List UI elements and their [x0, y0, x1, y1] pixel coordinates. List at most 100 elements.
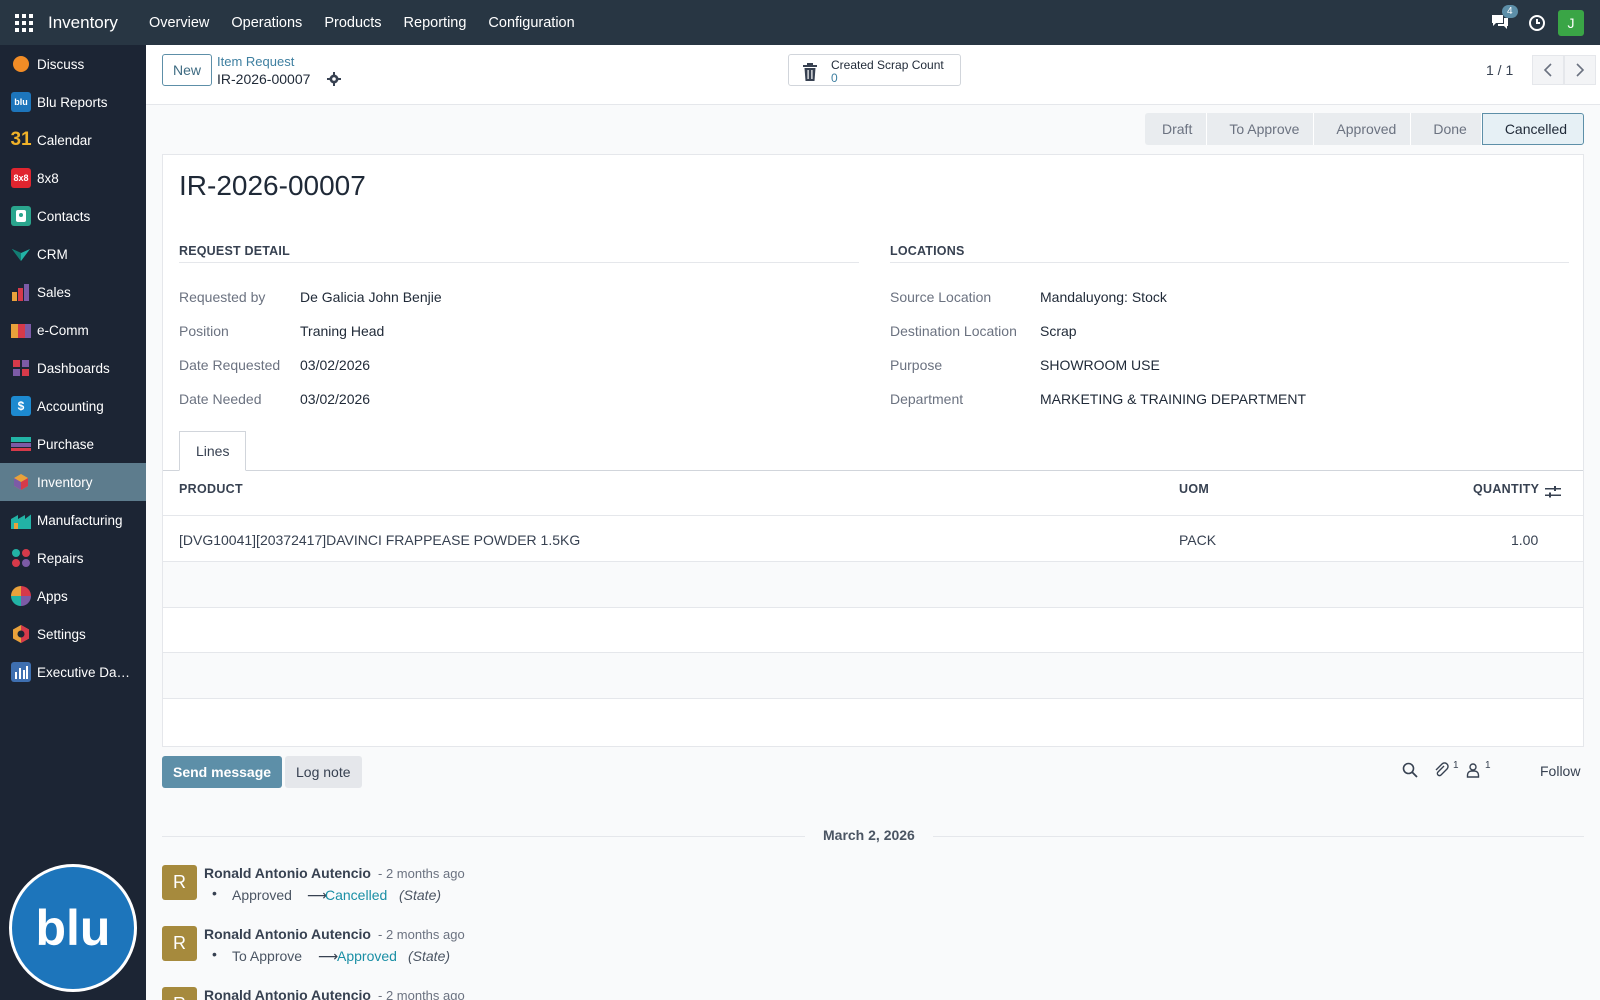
- stage-done[interactable]: Done: [1411, 113, 1482, 145]
- position-label: Position: [179, 323, 229, 339]
- stage-cancelled[interactable]: Cancelled: [1481, 113, 1585, 145]
- new-button[interactable]: New: [162, 54, 213, 86]
- sidebar-item-dashboards[interactable]: Dashboards: [0, 349, 146, 387]
- requested-by-label: Requested by: [179, 289, 266, 305]
- menu-configuration[interactable]: Configuration: [477, 15, 585, 31]
- pager-value[interactable]: 1 / 1: [1486, 62, 1513, 78]
- stage-approved[interactable]: Approved: [1314, 113, 1412, 145]
- line-quantity-cell[interactable]: 1.00: [1511, 532, 1538, 548]
- tab-lines[interactable]: Lines: [179, 431, 247, 471]
- sidebar-item-8x8[interactable]: 8x8 8x8: [0, 159, 146, 197]
- tracking-old-value: To Approve: [232, 948, 303, 964]
- stage-draft[interactable]: Draft: [1145, 113, 1208, 145]
- top-navbar: Inventory Overview Operations Products R…: [0, 0, 1600, 45]
- sidebar-item-purchase[interactable]: Purchase: [0, 425, 146, 463]
- menu-overview[interactable]: Overview: [138, 15, 220, 31]
- executive-dashboard-icon: [11, 662, 31, 682]
- menu-products[interactable]: Products: [313, 15, 392, 31]
- sidebar-item-apps[interactable]: Apps: [0, 577, 146, 615]
- column-header-quantity[interactable]: QUANTITY: [1473, 482, 1539, 496]
- avatar[interactable]: R: [162, 926, 197, 961]
- source-location-label: Source Location: [890, 289, 992, 305]
- sidebar-item-manufacturing[interactable]: Manufacturing: [0, 501, 146, 539]
- followers-icon[interactable]: [1465, 762, 1483, 780]
- message-date: - 2 months ago: [378, 927, 465, 942]
- pager-next-button[interactable]: [1564, 55, 1596, 85]
- accounting-icon: $: [11, 396, 31, 416]
- purpose-field[interactable]: SHOWROOM USE: [1040, 357, 1160, 373]
- optional-columns-icon[interactable]: [1545, 485, 1561, 499]
- sidebar-item-settings[interactable]: Settings: [0, 615, 146, 653]
- message-author[interactable]: Ronald Antonio Autencio: [204, 865, 371, 881]
- column-header-uom[interactable]: UOM: [1179, 482, 1209, 496]
- apps-icon: [11, 586, 31, 606]
- date-needed-field[interactable]: 03/02/2026: [300, 391, 370, 407]
- form-sheet: IR-2026-00007 REQUEST DETAIL Requested b…: [162, 154, 1584, 747]
- user-avatar[interactable]: J: [1558, 9, 1584, 36]
- position-field[interactable]: Traning Head: [300, 323, 384, 339]
- send-message-button[interactable]: Send message: [162, 756, 283, 788]
- menu-reporting[interactable]: Reporting: [393, 15, 478, 31]
- sidebar-item-executive-dashboard[interactable]: Executive Das...: [0, 653, 146, 691]
- purpose-label: Purpose: [890, 357, 943, 373]
- sidebar-item-blu-reports[interactable]: blu Blu Reports: [0, 83, 146, 121]
- message-author[interactable]: Ronald Antonio Autencio: [204, 987, 371, 1000]
- messaging-count-badge: 4: [1502, 4, 1518, 18]
- control-panel: New Item Request IR-2026-00007 Created S…: [146, 45, 1600, 105]
- sidebar-item-accounting[interactable]: $ Accounting: [0, 387, 146, 425]
- inventory-icon: [11, 472, 31, 492]
- sidebar-item-repairs[interactable]: Repairs: [0, 539, 146, 577]
- request-detail-heading: REQUEST DETAIL: [179, 244, 859, 263]
- attachments-count: 1: [1453, 760, 1459, 771]
- line-product-cell[interactable]: [DVG10041][20372417]DAVINCI FRAPPEASE PO…: [179, 532, 580, 548]
- stage-to-approve[interactable]: To Approve: [1207, 113, 1315, 145]
- sidebar-item-calendar[interactable]: 31 Calendar: [0, 121, 146, 159]
- app-menu-grid-icon[interactable]: [15, 13, 33, 32]
- app-brand[interactable]: Inventory: [48, 13, 118, 33]
- follow-button[interactable]: Follow: [1540, 763, 1580, 779]
- message-author[interactable]: Ronald Antonio Autencio: [204, 926, 371, 942]
- chevron-right-icon: [1576, 63, 1585, 77]
- destination-location-field[interactable]: Scrap: [1040, 323, 1077, 339]
- sidebar-item-sales[interactable]: Sales: [0, 273, 146, 311]
- followers-count: 1: [1485, 760, 1491, 771]
- sidebar-item-inventory[interactable]: Inventory: [0, 463, 146, 501]
- menu-operations[interactable]: Operations: [220, 15, 313, 31]
- smart-button-label: Created Scrap Count: [831, 58, 944, 72]
- avatar[interactable]: R: [162, 865, 197, 900]
- avatar[interactable]: R: [162, 987, 197, 1000]
- created-scrap-count-button[interactable]: Created Scrap Count 0: [788, 54, 961, 86]
- messaging-icon[interactable]: 4: [1490, 4, 1518, 33]
- breadcrumb-parent[interactable]: Item Request: [217, 54, 294, 69]
- line-uom-cell[interactable]: PACK: [1179, 532, 1216, 548]
- dashboards-icon: [11, 358, 31, 378]
- log-note-button[interactable]: Log note: [285, 756, 362, 788]
- sidebar-item-crm[interactable]: CRM: [0, 235, 146, 273]
- column-header-product[interactable]: PRODUCT: [179, 482, 243, 496]
- sidebar-item-discuss[interactable]: Discuss: [0, 45, 146, 83]
- source-location-field[interactable]: Mandaluyong: Stock: [1040, 289, 1167, 305]
- tracking-new-value: Approved: [337, 948, 397, 964]
- sidebar-item-ecomm[interactable]: e-Comm: [0, 311, 146, 349]
- tracking-field: (State): [408, 948, 451, 964]
- tab-divider: [163, 470, 1583, 471]
- 8x8-icon: 8x8: [11, 168, 31, 188]
- status-bar: Draft To Approve Approved Done Cancelled: [1145, 113, 1585, 145]
- date-requested-field[interactable]: 03/02/2026: [300, 357, 370, 373]
- requested-by-field[interactable]: De Galicia John Benjie: [300, 289, 442, 305]
- tracking-old-value: Approved: [232, 887, 292, 903]
- gear-icon[interactable]: [327, 72, 341, 86]
- empty-row: [163, 653, 1583, 698]
- search-icon[interactable]: [1402, 762, 1420, 780]
- bullet: •: [212, 885, 217, 901]
- sidebar-item-contacts[interactable]: Contacts: [0, 197, 146, 235]
- pager-previous-button[interactable]: [1532, 55, 1564, 85]
- message-date: - 2 months ago: [378, 988, 465, 1000]
- bullet: •: [212, 946, 217, 962]
- paperclip-icon[interactable]: [1433, 762, 1451, 780]
- blu-logo: blu: [9, 864, 137, 992]
- smart-button-value: 0: [831, 71, 838, 85]
- department-field[interactable]: MARKETING & TRAINING DEPARTMENT: [1040, 391, 1306, 407]
- date-separator-label: March 2, 2026: [805, 827, 933, 843]
- activity-clock-icon[interactable]: [1528, 14, 1546, 32]
